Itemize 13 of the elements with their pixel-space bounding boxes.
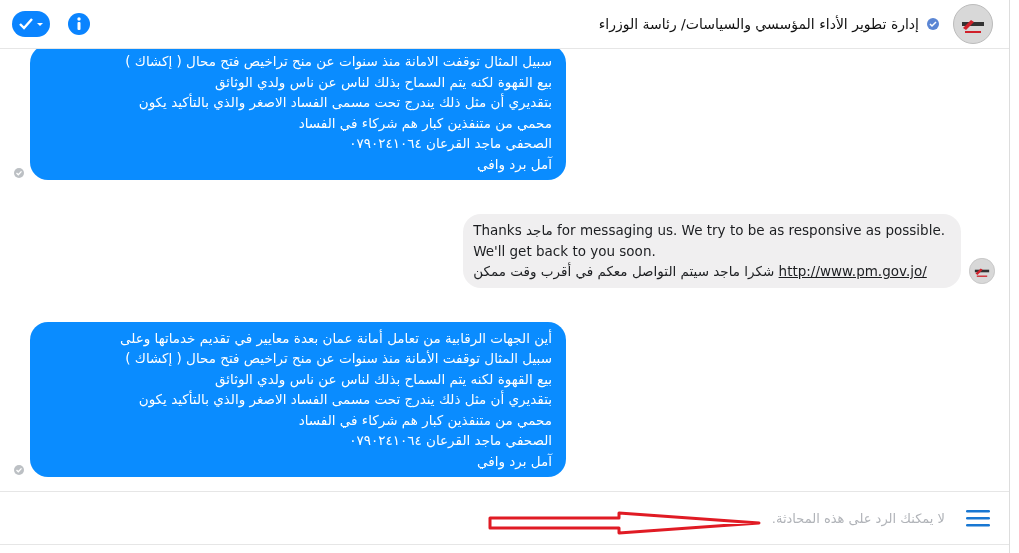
- message-bubble: سبيل المثال توقفت الامانة منذ سنوات عن منح تراخيص فتح محال ( إكشاك ) بيع القهوة لكنه يتم السماح بذلك لناس عن ناس ولدي الوثائق بتقديري أن مثل ذلك يندرج تحت مسمى الفساد الاصغر والذي بالتأكيد يكون محمي من متنفذين كبار هم شركاء في الفساد الصحفي ماجد القرعان ٠٧٩٠٢٤١٠٦٤ آمل برد وافي: [30, 49, 566, 180]
- notice-text: لا يمكنك الرد على هذه المحادثة.: [771, 510, 945, 526]
- menu-button[interactable]: [965, 507, 991, 529]
- page-avatar: [969, 257, 995, 284]
- conversation-title: إدارة تطوير الأداء المؤسسي والسياسات/ رئاسة الوزراء: [598, 16, 919, 32]
- menu-icon: [966, 509, 990, 527]
- message-bubble: أين الجهات الرقابية من تعامل أمانة عمان بعدة معايير في تقديم خدماتها وعلى سبيل المثال توقفت الأمانة منذ سنوات عن منح تراخيص فتح محال ( إكشاك ) بيع القهوة لكنه يتم السماح بذلك لناس عن ناس ولدي الوثائق بتقديري أن مثل ذلك يندرج تحت مسمى الفساد الاصغر والذي بالتأكيد يكون محمي من متنفذين كبار هم شركاء في الفساد الصحفي ماجد القرعان ٠٧٩٠٢٤١٠٦٤ آمل برد وافي: [30, 321, 566, 477]
- check-icon: [16, 16, 46, 32]
- mark-done-button[interactable]: [12, 11, 50, 37]
- info-icon: [68, 13, 90, 35]
- link[interactable]: http://www.pm.gov.jo/: [778, 263, 927, 279]
- page-avatar[interactable]: [953, 4, 993, 44]
- info-button[interactable]: [68, 13, 90, 35]
